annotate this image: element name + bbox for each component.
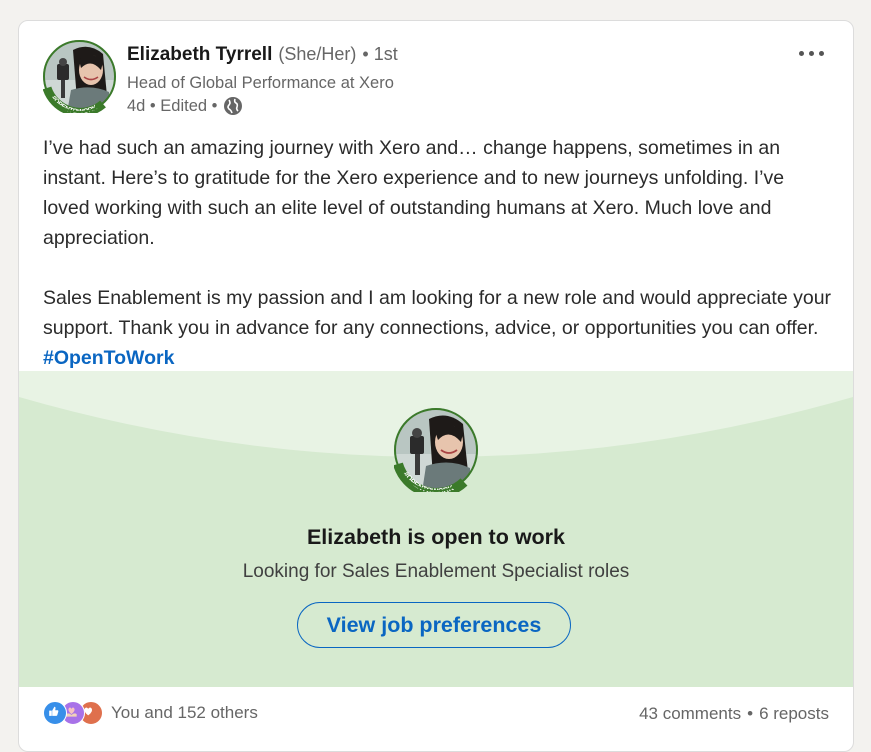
- connection-degree: • 1st: [362, 44, 398, 64]
- social-counts-bar: You and 152 others 43 comments • 6 reposts: [19, 687, 853, 739]
- count-separator: •: [747, 704, 754, 723]
- author-headline: Head of Global Performance at Xero: [127, 74, 394, 92]
- more-options-button[interactable]: [793, 41, 829, 65]
- reactions-summary[interactable]: You and 152 others: [43, 701, 258, 725]
- more-dot-icon: [798, 50, 804, 56]
- open-to-work-subtitle: Looking for Sales Enablement Specialist …: [242, 561, 630, 582]
- post-paragraph-2: Sales Enablement is my passion and I am …: [43, 283, 833, 373]
- comments-reposts-counts: 43 comments • 6 reposts: [639, 704, 829, 724]
- open-to-work-banner: #OPENTOWORK Elizabeth is open to work Lo…: [19, 371, 853, 687]
- author-name-line: Elizabeth Tyrrell (She/Her) • 1st: [127, 44, 398, 66]
- post-header: #OPENTOWORK Elizabeth Tyrrell (She/Her) • …: [19, 21, 853, 131]
- post-text: I’ve had such an amazing journey with Xe…: [43, 133, 833, 373]
- post-card: #OPENTOWORK Elizabeth Tyrrell (She/Her) • …: [18, 20, 854, 752]
- more-dot-icon: [808, 50, 814, 56]
- view-job-preferences-button[interactable]: View job preferences: [297, 602, 571, 648]
- avatar-opentowork-image: #OPENTOWORK: [43, 40, 116, 113]
- like-icon: [43, 701, 67, 725]
- hashtag-link[interactable]: #OpenToWork: [43, 347, 174, 369]
- author-avatar[interactable]: #OPENTOWORK: [43, 40, 116, 113]
- avatar-opentowork-image: #OPENTOWORK: [393, 408, 478, 498]
- comments-count-link[interactable]: 43 comments: [639, 704, 741, 723]
- author-pronouns: (She/Her): [278, 44, 357, 64]
- author-name[interactable]: Elizabeth Tyrrell: [127, 44, 272, 65]
- post-time-edited: 4d • Edited •: [127, 96, 218, 115]
- globe-icon: [223, 96, 243, 116]
- post-meta: 4d • Edited •: [127, 96, 243, 116]
- reposts-count-link[interactable]: 6 reposts: [759, 704, 829, 723]
- post-paragraph-2-text: Sales Enablement is my passion and I am …: [43, 287, 832, 339]
- open-to-work-avatar: #OPENTOWORK: [393, 408, 478, 498]
- open-to-work-title: Elizabeth is open to work: [306, 525, 566, 549]
- post-paragraph-1: I’ve had such an amazing journey with Xe…: [43, 137, 785, 249]
- reactions-count-text: You and 152 others: [111, 703, 258, 722]
- more-dot-icon: [818, 50, 824, 56]
